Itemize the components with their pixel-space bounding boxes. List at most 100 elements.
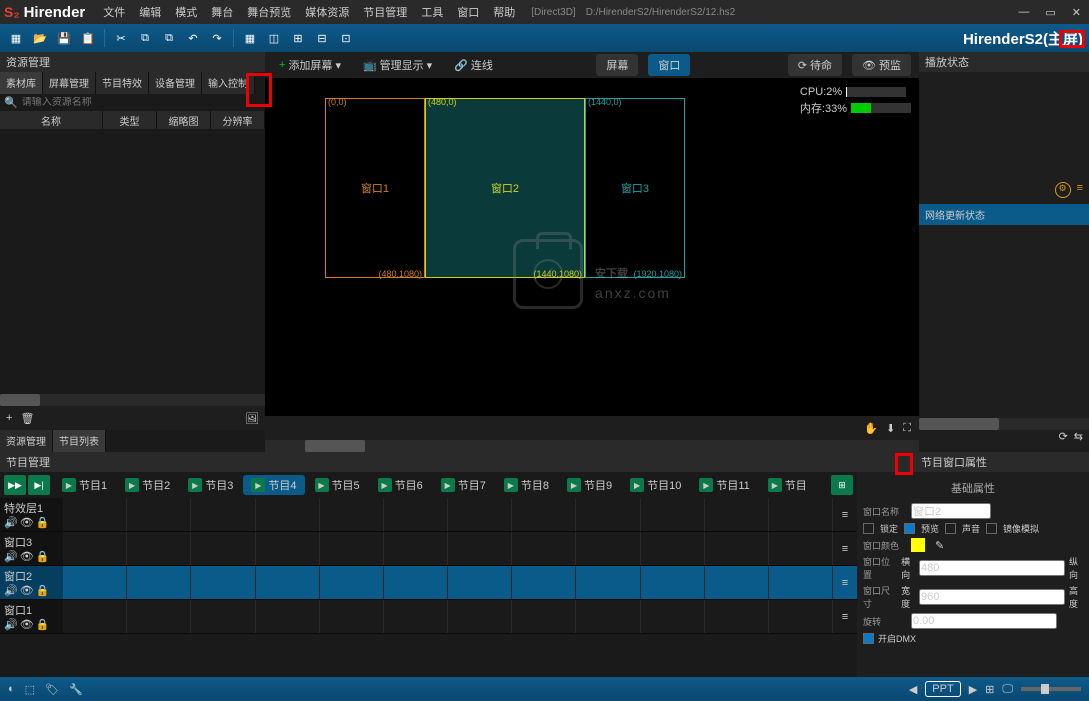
sb-icon1[interactable]: ◐ bbox=[8, 683, 15, 695]
layout2-icon[interactable]: ⊞ bbox=[288, 28, 308, 48]
network-section[interactable]: 网络更新状态 bbox=[919, 204, 1089, 225]
layout1-icon[interactable]: ◫ bbox=[264, 28, 284, 48]
sb-tag-icon[interactable]: 🏷 bbox=[45, 683, 59, 696]
menu-edit[interactable]: 编辑 bbox=[133, 2, 167, 22]
tab-device[interactable]: 设备管理 bbox=[149, 72, 202, 94]
search-input[interactable] bbox=[22, 97, 261, 108]
sync-icon[interactable]: ⇆ bbox=[1074, 430, 1083, 452]
mgmt-display-dropdown[interactable]: 📺 管理显示 ▾ bbox=[357, 55, 438, 75]
undo-icon[interactable]: ↶ bbox=[183, 28, 203, 48]
sb-wrench-icon[interactable]: 🔧 bbox=[69, 683, 83, 696]
delete-icon[interactable]: 🗑 bbox=[20, 412, 34, 425]
left-hscroll[interactable] bbox=[0, 394, 265, 406]
program-1[interactable]: ▶节目1 bbox=[54, 475, 115, 495]
program-7[interactable]: ▶节目7 bbox=[433, 475, 494, 495]
save-icon[interactable]: 💾 bbox=[54, 28, 74, 48]
redo-icon[interactable]: ↷ bbox=[207, 28, 227, 48]
tab-screen-mgmt[interactable]: 屏幕管理 bbox=[43, 72, 96, 94]
layout4-icon[interactable]: ⊡ bbox=[336, 28, 356, 48]
zoom-icon[interactable]: ⬇ bbox=[886, 422, 895, 435]
screen-window1[interactable]: (0,0) 窗口1 (480,1080) bbox=[325, 98, 425, 278]
sb-icon2[interactable]: ⬚ bbox=[25, 683, 35, 696]
program-2[interactable]: ▶节目2 bbox=[117, 475, 178, 495]
size-w-input[interactable] bbox=[919, 589, 1065, 605]
program-8[interactable]: ▶节目8 bbox=[496, 475, 557, 495]
maximize-icon[interactable]: ▭ bbox=[1041, 4, 1059, 21]
center-hscroll[interactable] bbox=[265, 440, 919, 452]
tab-input[interactable]: 输入控制 bbox=[202, 72, 255, 94]
track-menu-icon[interactable]: ≡ bbox=[842, 509, 848, 521]
new-icon[interactable]: ▦ bbox=[6, 28, 26, 48]
program-5[interactable]: ▶节目5 bbox=[307, 475, 368, 495]
col-name[interactable]: 名称 bbox=[0, 111, 103, 129]
add-screen-dropdown[interactable]: +添加屏幕 ▾ bbox=[273, 55, 347, 75]
menu-stage[interactable]: 舞台 bbox=[205, 2, 239, 22]
screen-mode-button[interactable]: 屏幕 bbox=[596, 54, 638, 76]
grid-toggle[interactable]: ⊞ bbox=[831, 475, 853, 495]
right-hscroll[interactable] bbox=[919, 418, 1089, 430]
sb-grid-icon[interactable]: ⊞ bbox=[985, 683, 994, 696]
open-icon[interactable]: 📂 bbox=[30, 28, 50, 48]
program-9[interactable]: ▶节目9 bbox=[559, 475, 620, 495]
add-icon[interactable]: + bbox=[6, 412, 12, 424]
menu-window[interactable]: 窗口 bbox=[451, 2, 485, 22]
track-窗口3[interactable]: 窗口3🔊👁🔒≡ bbox=[0, 532, 857, 566]
window-mode-button[interactable]: 窗口 bbox=[648, 54, 690, 76]
program-10[interactable]: ▶节目10 bbox=[622, 475, 689, 495]
image-icon[interactable]: 🖼 bbox=[245, 412, 259, 425]
sound-checkbox[interactable] bbox=[945, 523, 956, 534]
bottab-programlist[interactable]: 节目列表 bbox=[53, 430, 106, 452]
menu-program[interactable]: 节目管理 bbox=[357, 2, 413, 22]
dmx-checkbox[interactable] bbox=[863, 633, 874, 644]
menu-icon[interactable]: ≡ bbox=[1077, 182, 1083, 204]
mirror-checkbox[interactable] bbox=[986, 523, 997, 534]
track-特效层1[interactable]: 特效层1🔊👁🔒≡ bbox=[0, 498, 857, 532]
menu-file[interactable]: 文件 bbox=[97, 2, 131, 22]
program-3[interactable]: ▶节目3 bbox=[180, 475, 241, 495]
tab-effects[interactable]: 节目特效 bbox=[96, 72, 149, 94]
program-11[interactable]: ▶节目11 bbox=[691, 475, 757, 495]
cut-icon[interactable]: ✂ bbox=[111, 28, 131, 48]
fullscreen-icon[interactable]: ⛶ bbox=[903, 422, 911, 435]
track-menu-icon[interactable]: ≡ bbox=[842, 611, 848, 623]
color-edit-icon[interactable]: ✎ bbox=[935, 539, 944, 552]
stage-canvas[interactable]: (0,0) 窗口1 (480,1080) (480,0) 窗口2 (1440,1… bbox=[265, 78, 919, 416]
standby-button[interactable]: ⟳ 待命 bbox=[788, 54, 842, 76]
col-type[interactable]: 类型 bbox=[103, 111, 157, 129]
play-all-button[interactable]: ▶▶ bbox=[4, 475, 26, 495]
menu-help[interactable]: 帮助 bbox=[487, 2, 521, 22]
connect-button[interactable]: 🔗 连线 bbox=[448, 55, 499, 75]
col-res[interactable]: 分辨率 bbox=[211, 111, 265, 129]
window-name-input[interactable] bbox=[911, 503, 991, 519]
track-窗口1[interactable]: 窗口1🔊👁🔒≡ bbox=[0, 600, 857, 634]
track-窗口2[interactable]: 窗口2🔊👁🔒≡ bbox=[0, 566, 857, 600]
program-4[interactable]: ▶节目4 bbox=[243, 475, 304, 495]
preview-button[interactable]: 👁 预监 bbox=[852, 54, 911, 76]
menu-mode[interactable]: 模式 bbox=[169, 2, 203, 22]
track-menu-icon[interactable]: ≡ bbox=[842, 577, 848, 589]
program-12[interactable]: ▶节目 bbox=[760, 475, 815, 495]
preview-checkbox[interactable] bbox=[904, 523, 915, 534]
paste-icon[interactable]: 📋 bbox=[78, 28, 98, 48]
sb-next-icon[interactable]: ▶ bbox=[969, 683, 977, 696]
pos-h-input[interactable] bbox=[919, 560, 1065, 576]
color-swatch[interactable] bbox=[911, 538, 925, 552]
menu-tools[interactable]: 工具 bbox=[415, 2, 449, 22]
sb-screen-icon[interactable]: 🖵 bbox=[1002, 683, 1013, 696]
minimize-icon[interactable]: — bbox=[1014, 4, 1033, 20]
settings-icon[interactable]: ⚙ bbox=[1055, 182, 1071, 198]
program-6[interactable]: ▶节目6 bbox=[370, 475, 431, 495]
sb-prev-icon[interactable]: ◀ bbox=[909, 683, 917, 696]
sb-ppt[interactable]: PPT bbox=[925, 681, 960, 697]
menu-preview[interactable]: 舞台预览 bbox=[241, 2, 297, 22]
grid-icon[interactable]: ▦ bbox=[240, 28, 260, 48]
sb-slider[interactable] bbox=[1021, 687, 1081, 691]
tab-materials[interactable]: 素材库 bbox=[0, 72, 43, 94]
layout3-icon[interactable]: ⊟ bbox=[312, 28, 332, 48]
col-thumb[interactable]: 缩略图 bbox=[157, 111, 211, 129]
menu-media[interactable]: 媒体资源 bbox=[299, 2, 355, 22]
copy-icon[interactable]: ⧉ bbox=[135, 28, 155, 48]
hand-icon[interactable]: ✋ bbox=[864, 422, 878, 435]
close-icon[interactable]: ✕ bbox=[1068, 4, 1085, 21]
refresh-icon[interactable]: ⟳ bbox=[1059, 430, 1068, 452]
